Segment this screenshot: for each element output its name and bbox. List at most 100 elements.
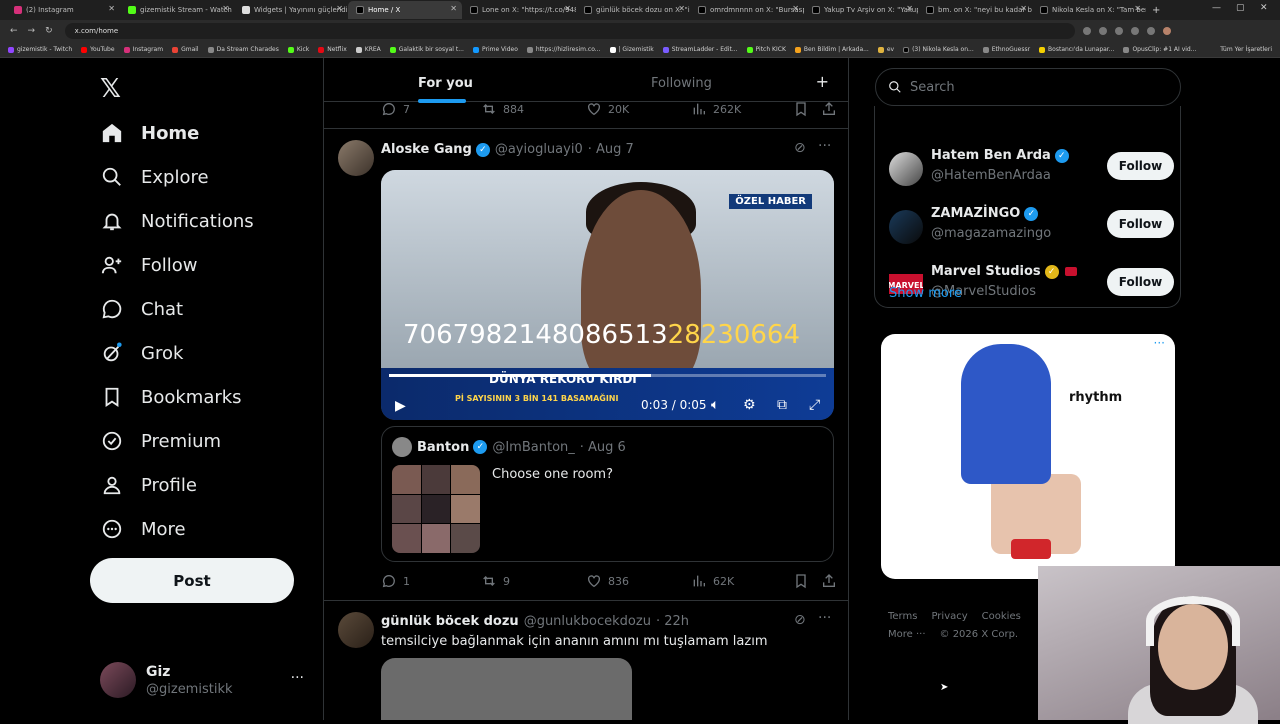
follow-suggestion[interactable]: Hatem Ben Arda ✓ @HatemBenArdaa Follow xyxy=(889,148,1174,192)
video-progress[interactable] xyxy=(389,374,826,377)
share-button[interactable] xyxy=(821,101,843,117)
extension-icon[interactable] xyxy=(1082,27,1091,35)
browser-tab[interactable]: Widgets | Yayınını güçlendir ✕ xyxy=(234,1,348,19)
show-more-link[interactable]: Show more xyxy=(889,286,962,301)
bookmark[interactable]: Galaktik bir sosyal t... xyxy=(389,46,464,53)
ellipsis-icon[interactable]: ··· xyxy=(291,670,304,686)
follow-button[interactable]: Follow xyxy=(1107,152,1174,180)
search-input[interactable]: Search xyxy=(875,68,1181,106)
bookmark[interactable]: Ben Bildim | Arkada... xyxy=(794,46,869,53)
repost-button[interactable]: 884 xyxy=(481,101,524,117)
back-icon[interactable]: ← xyxy=(10,26,18,36)
close-tab-icon[interactable]: ✕ xyxy=(336,4,343,13)
post-date[interactable]: · 22h xyxy=(656,614,689,629)
minimize-icon[interactable]: — xyxy=(1212,3,1221,13)
ad-menu-icon[interactable]: ··· xyxy=(1154,336,1165,350)
bookmark-button[interactable] xyxy=(793,101,815,117)
extension-icon[interactable] xyxy=(1098,27,1107,35)
quoted-post[interactable]: Banton ✓ @ImBanton_ · Aug 6 Choose one r… xyxy=(381,426,834,562)
follow-button[interactable]: Follow xyxy=(1107,268,1174,296)
close-tab-icon[interactable]: ✕ xyxy=(564,4,571,13)
url-field[interactable]: x.com/home xyxy=(64,23,1075,39)
repost-button[interactable]: 9 xyxy=(481,573,510,589)
extension-icon[interactable] xyxy=(1114,27,1123,35)
nav-explore[interactable]: Explore xyxy=(100,162,209,192)
close-tab-icon[interactable]: ✕ xyxy=(1134,4,1141,13)
bookmark[interactable]: Netflix xyxy=(318,46,347,53)
footer-privacy[interactable]: Privacy xyxy=(931,611,967,622)
bookmark[interactable]: Gmail xyxy=(172,46,199,53)
account-switcher[interactable]: Giz @gizemistikk ··· xyxy=(100,662,310,698)
browser-tab[interactable]: (2) Instagram ✕ xyxy=(6,1,120,19)
nav-notifications[interactable]: Notifications xyxy=(100,206,254,236)
close-tab-icon[interactable]: ✕ xyxy=(108,4,115,13)
nav-profile[interactable]: Profile xyxy=(100,470,197,500)
author-handle[interactable]: @gunlukbocekdozu xyxy=(524,614,651,629)
views-button[interactable]: 262K xyxy=(691,101,741,117)
close-tab-icon[interactable]: ✕ xyxy=(906,4,913,13)
author-handle[interactable]: @ayiogluayi0 xyxy=(495,142,583,157)
like-button[interactable]: 836 xyxy=(586,573,629,589)
footer-cookies[interactable]: Cookies xyxy=(982,611,1021,622)
browser-tab[interactable]: bm. on X: "neyi bu kadar büyü✕ xyxy=(918,1,1032,19)
maximize-icon[interactable]: ▢ xyxy=(1236,3,1245,13)
extension-icon[interactable] xyxy=(1146,27,1155,35)
bookmark[interactable]: gizemistik - Twitch xyxy=(8,46,72,53)
nav-chat[interactable]: Chat xyxy=(100,294,183,324)
forward-icon[interactable]: → xyxy=(28,26,36,36)
browser-tab[interactable]: gizemistik Stream - Watch Li ✕ xyxy=(120,1,234,19)
add-tab-icon[interactable]: + xyxy=(816,72,829,91)
all-bookmarks[interactable]: Tüm Yer İşaretleri xyxy=(1220,46,1272,53)
browser-tab-active[interactable]: Home / X ✕ xyxy=(348,1,462,19)
bookmark[interactable]: StreamLadder - Edit... xyxy=(662,46,738,53)
bookmark[interactable]: Da Stream Charades xyxy=(207,46,279,53)
close-tab-icon[interactable]: ✕ xyxy=(792,4,799,13)
nav-bookmarks[interactable]: Bookmarks xyxy=(100,382,242,412)
browser-tab[interactable]: Nikola Kesla on X: "Tam ben ✕ xyxy=(1032,1,1146,19)
post-media[interactable] xyxy=(381,658,632,720)
bookmark[interactable]: https://hizliresim.co... xyxy=(526,46,601,53)
browser-tab[interactable]: Lone on X: "https://t.co/948 ✕ xyxy=(462,1,576,19)
promoted-ad[interactable]: rhythm ··· xyxy=(881,334,1175,579)
bookmark[interactable]: Kick xyxy=(287,46,309,53)
avatar[interactable] xyxy=(338,140,374,176)
browser-tab[interactable]: omrdmnnnn on X: "Bursaspo ✕ xyxy=(690,1,804,19)
bookmark[interactable]: EthnoGuessr xyxy=(982,46,1030,53)
bookmark[interactable]: Pitch KICK xyxy=(746,46,786,53)
browser-tab[interactable]: günlük böcek dozu on X: "iny ✕ xyxy=(576,1,690,19)
nav-premium[interactable]: Premium xyxy=(100,426,221,456)
close-tab-icon[interactable]: ✕ xyxy=(1020,4,1027,13)
nav-home[interactable]: Home xyxy=(100,118,199,148)
extension-icon[interactable] xyxy=(1130,27,1139,35)
bookmark[interactable]: YouTube xyxy=(81,46,115,53)
bookmark[interactable]: OpusClip: #1 AI vid... xyxy=(1123,46,1196,53)
settings-icon[interactable]: ⚙︎ xyxy=(743,397,756,413)
pip-icon[interactable]: ⧉ xyxy=(777,397,787,413)
nav-grok[interactable]: Grok xyxy=(100,338,183,368)
bookmark-button[interactable] xyxy=(793,573,815,589)
like-button[interactable]: 20K xyxy=(586,101,629,117)
grok-icon[interactable]: ⊘ xyxy=(794,140,806,156)
bookmark[interactable]: ev xyxy=(877,46,894,53)
bookmark[interactable]: Instagram xyxy=(123,46,163,53)
video-player[interactable]: ÖZEL HABER 706798214808651328230664 DÜNY… xyxy=(381,170,834,420)
close-tab-icon[interactable]: ✕ xyxy=(450,4,457,13)
avatar[interactable] xyxy=(338,612,374,648)
tab-for-you[interactable]: For you xyxy=(418,76,473,91)
share-button[interactable] xyxy=(821,573,843,589)
post-button[interactable]: Post xyxy=(90,558,294,603)
new-tab-icon[interactable]: + xyxy=(1152,5,1160,16)
footer-more[interactable]: More ··· xyxy=(888,629,926,640)
reload-icon[interactable]: ↻ xyxy=(45,26,53,36)
bookmark[interactable]: Prime Video xyxy=(472,46,518,53)
bookmark[interactable]: | Gizemistik xyxy=(609,46,654,53)
nav-follow[interactable]: Follow xyxy=(100,250,197,280)
author-name[interactable]: günlük böcek dozu xyxy=(381,614,519,629)
bookmark[interactable]: KREA xyxy=(355,46,381,53)
follow-suggestion[interactable]: ZAMAZİNGO ✓ @magazamazingo Follow xyxy=(889,206,1174,250)
reply-button[interactable]: 1 xyxy=(381,573,410,589)
ellipsis-icon[interactable]: ··· xyxy=(818,610,831,626)
close-window-icon[interactable]: ✕ xyxy=(1260,3,1268,13)
post-date[interactable]: · Aug 7 xyxy=(588,142,634,157)
reply-button[interactable]: 7 xyxy=(381,101,410,117)
